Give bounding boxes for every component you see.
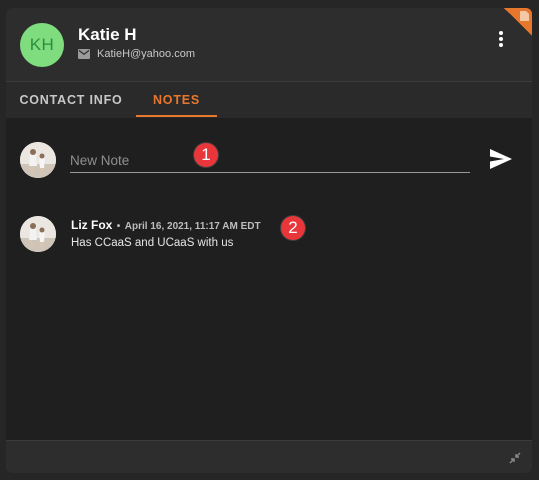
panel-footer xyxy=(6,440,532,473)
new-note-input[interactable] xyxy=(70,148,470,173)
composer-avatar xyxy=(20,142,56,178)
note-author: Liz Fox xyxy=(71,218,113,232)
user-photo-icon xyxy=(20,216,56,252)
note-text: Has CCaaS and UCaaS with us xyxy=(71,237,234,249)
send-icon[interactable] xyxy=(490,149,512,169)
contact-email-row: KatieH@yahoo.com xyxy=(78,48,195,60)
document-icon xyxy=(520,11,529,21)
window-frame: KH Katie H KatieH@yahoo.com CONTACT INFO… xyxy=(0,0,539,480)
tab-notes[interactable]: NOTES xyxy=(136,82,217,118)
collapse-icon[interactable] xyxy=(509,452,521,464)
mail-icon xyxy=(78,49,90,59)
note-timestamp: April 16, 2021, 11:17 AM EDT xyxy=(124,221,261,232)
contact-initials: KH xyxy=(29,35,55,54)
contact-header: KH Katie H KatieH@yahoo.com xyxy=(6,8,532,82)
contact-name: Katie H xyxy=(78,25,137,44)
note-separator: • xyxy=(116,221,121,232)
tab-contact-info[interactable]: CONTACT INFO xyxy=(6,82,136,118)
note-author-avatar xyxy=(20,216,56,252)
annotation-marker-2: 2 xyxy=(281,216,305,240)
active-tab-indicator xyxy=(136,115,217,117)
contact-email: KatieH@yahoo.com xyxy=(97,48,195,60)
annotation-marker-1: 1 xyxy=(194,143,218,167)
user-photo-icon xyxy=(20,142,56,178)
note-header: Liz Fox • April 16, 2021, 11:17 AM EDT xyxy=(71,216,261,234)
contact-panel: KH Katie H KatieH@yahoo.com CONTACT INFO… xyxy=(6,8,532,473)
tab-bar: CONTACT INFO NOTES xyxy=(6,82,532,118)
contact-avatar: KH xyxy=(20,23,64,67)
corner-badge[interactable] xyxy=(504,8,532,36)
